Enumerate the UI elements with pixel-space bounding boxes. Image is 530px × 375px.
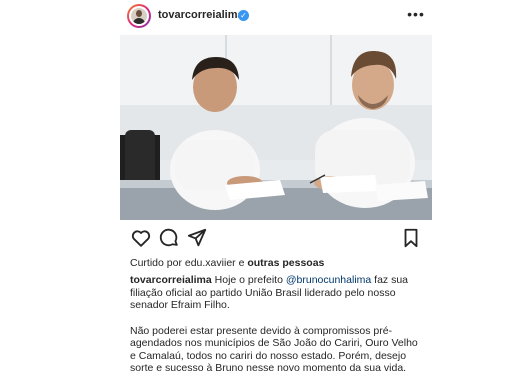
post-actions-bar — [120, 227, 432, 249]
avatar-head-shape — [136, 10, 142, 17]
caption-paragraph-2: Não poderei estar presente devido à comp… — [130, 324, 418, 375]
heart-icon[interactable] — [130, 227, 152, 249]
liked-by-user[interactable]: edu.xaviier — [185, 257, 236, 269]
liked-by-others[interactable]: outras pessoas — [247, 257, 324, 269]
liked-by-joiner: e — [238, 257, 245, 269]
avatar[interactable] — [127, 4, 151, 28]
post-username[interactable]: tovarcorreialima — [158, 9, 244, 21]
avatar-image — [131, 8, 147, 24]
avatar-ring-inner — [129, 6, 149, 26]
post-caption: tovarcorreialima Hoje o prefeito @brunoc… — [130, 274, 426, 375]
comment-icon[interactable] — [158, 227, 180, 249]
liked-by-prefix: Curtido por — [130, 257, 182, 269]
verified-badge-icon: ✓ — [238, 10, 249, 21]
caption-paragraph-1: tovarcorreialima Hoje o prefeito @brunoc… — [130, 274, 426, 312]
liked-by-line: Curtido por edu.xaviier e outras pessoas — [130, 257, 324, 269]
avatar-body-shape — [133, 18, 145, 24]
instagram-post: tovarcorreialima ✓ ••• Curtido por edu.x… — [120, 0, 432, 374]
send-icon[interactable] — [186, 227, 208, 249]
post-photo[interactable] — [120, 35, 432, 220]
caption-author[interactable]: tovarcorreialima — [130, 274, 212, 286]
caption-text-part1: Hoje o prefeito — [214, 274, 283, 286]
bookmark-icon[interactable] — [400, 227, 422, 249]
post-header: tovarcorreialima ✓ ••• — [120, 0, 432, 34]
more-options-icon[interactable]: ••• — [406, 6, 426, 22]
post-photo-illustration — [120, 35, 432, 220]
caption-mention[interactable]: @brunocunhalima — [286, 274, 371, 286]
